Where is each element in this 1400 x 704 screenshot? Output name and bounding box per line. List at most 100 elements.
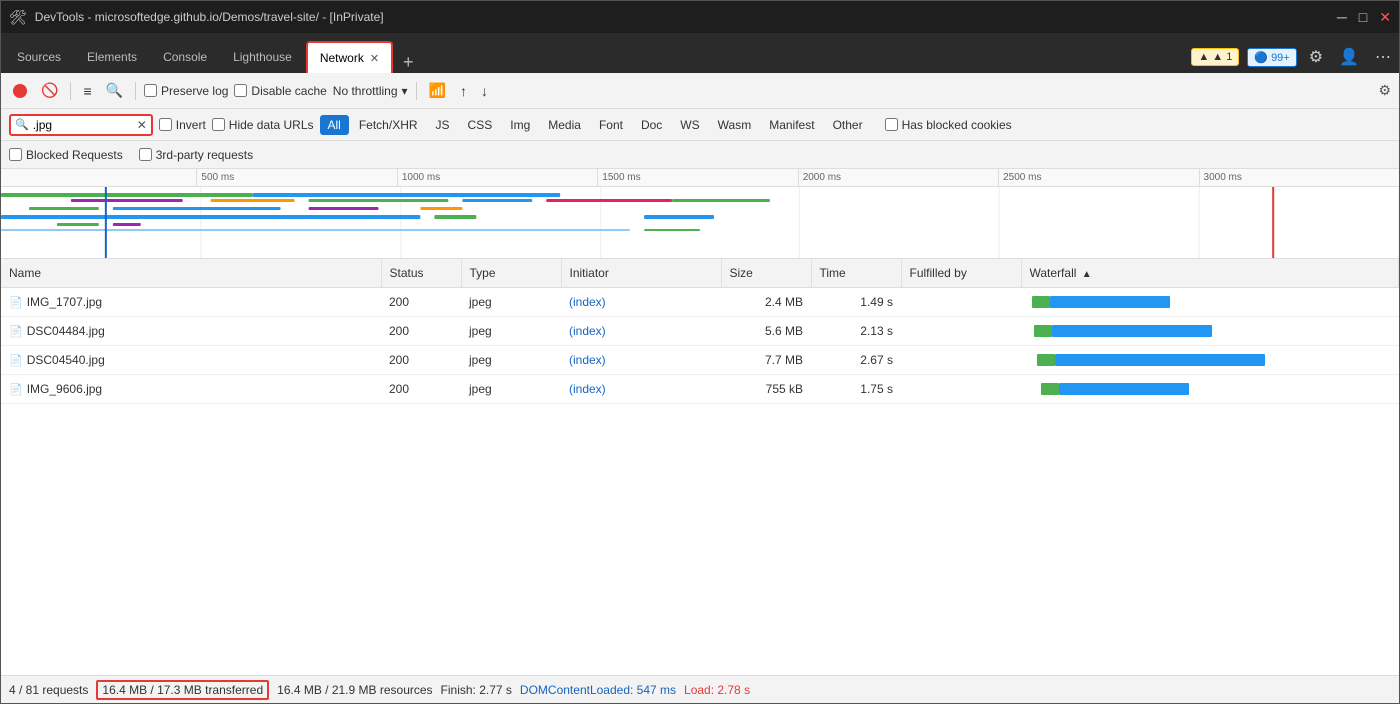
preserve-log-checkbox[interactable] (144, 84, 157, 97)
file-name: DSC04484.jpg (27, 324, 105, 338)
invert-checkbox[interactable] (159, 118, 172, 131)
tab-bar-right: ▲ ▲ 1 🔵 99+ ⚙ 👤 ⋯ (1191, 45, 1395, 73)
wf-green-bar (1041, 383, 1059, 395)
blocked-row: Blocked Requests 3rd-party requests (1, 141, 1399, 169)
search-input[interactable] (33, 118, 133, 132)
fulfilled-cell (901, 316, 1021, 345)
filter-js[interactable]: JS (428, 115, 458, 135)
col-initiator[interactable]: Initiator (561, 259, 721, 287)
waterfall-cell (1021, 287, 1399, 316)
disable-cache-checkbox[interactable] (234, 84, 247, 97)
filter-button[interactable]: ≡ (79, 81, 95, 101)
filter-wasm[interactable]: Wasm (710, 115, 760, 135)
ruler-mark-4: 2000 ms (798, 169, 998, 186)
title-bar: 🛠 DevTools - microsoftedge.github.io/Dem… (1, 1, 1399, 33)
toolbar-sep-2 (135, 82, 136, 100)
type-cell: jpeg (461, 374, 561, 403)
wf-blue-bar (1055, 354, 1265, 366)
tab-sources-label: Sources (17, 50, 61, 64)
timeline[interactable]: 500 ms 1000 ms 1500 ms 2000 ms 2500 ms 3… (1, 169, 1399, 259)
record-button[interactable] (9, 82, 31, 100)
initiator-cell[interactable]: (index) (561, 345, 721, 374)
upload-button[interactable]: ↑ (456, 81, 471, 101)
third-party-checkbox[interactable] (139, 148, 152, 161)
filter-other[interactable]: Other (825, 115, 871, 135)
filter-css[interactable]: CSS (460, 115, 501, 135)
load-time: Load: 2.78 s (684, 683, 750, 697)
disable-cache-label[interactable]: Disable cache (234, 84, 326, 98)
third-party-label[interactable]: 3rd-party requests (139, 148, 253, 162)
blocked-requests-checkbox[interactable] (9, 148, 22, 161)
blocked-requests-label[interactable]: Blocked Requests (9, 148, 123, 162)
col-status[interactable]: Status (381, 259, 461, 287)
tab-network[interactable]: Network ✕ (306, 41, 393, 73)
restore-button[interactable]: □ (1359, 9, 1367, 26)
tab-console-label: Console (163, 50, 207, 64)
size-cell: 2.4 MB (721, 287, 811, 316)
ruler-mark-3: 1500 ms (597, 169, 797, 186)
col-waterfall[interactable]: Waterfall ▲ (1021, 259, 1399, 287)
timeline-ruler: 500 ms 1000 ms 1500 ms 2000 ms 2500 ms 3… (1, 169, 1399, 187)
hide-data-urls-checkbox[interactable] (212, 118, 225, 131)
filter-fetchxhr[interactable]: Fetch/XHR (351, 115, 426, 135)
tab-elements[interactable]: Elements (75, 41, 149, 73)
toolbar-sep-1 (70, 82, 71, 100)
col-size[interactable]: Size (721, 259, 811, 287)
initiator-cell[interactable]: (index) (561, 316, 721, 345)
col-time[interactable]: Time (811, 259, 901, 287)
tab-lighthouse[interactable]: Lighthouse (221, 41, 304, 73)
throttle-arrow: ▾ (402, 84, 408, 98)
search-box: 🔍 ✕ (9, 114, 153, 136)
filter-all[interactable]: All (320, 115, 349, 135)
has-blocked-cookies-checkbox[interactable] (885, 118, 898, 131)
table-container[interactable]: Name Status Type Initiator Size Time Ful… (1, 259, 1399, 675)
devtools-icon: 🛠 (9, 9, 27, 26)
throttle-selector[interactable]: No throttling ▾ (333, 84, 408, 98)
download-button[interactable]: ↓ (477, 81, 492, 101)
clear-button[interactable]: 🚫 (37, 80, 62, 101)
search-clear-button[interactable]: ✕ (137, 118, 147, 132)
tab-sources[interactable]: Sources (5, 41, 73, 73)
filter-ws[interactable]: WS (672, 115, 707, 135)
waterfall-cell (1021, 316, 1399, 345)
info-badge[interactable]: 🔵 99+ (1247, 48, 1296, 67)
filter-doc[interactable]: Doc (633, 115, 670, 135)
settings-button[interactable]: ⚙ (1305, 45, 1327, 69)
add-tab-button[interactable]: + (395, 52, 422, 73)
hide-data-urls-label[interactable]: Hide data URLs (212, 118, 314, 132)
initiator-cell[interactable]: (index) (561, 287, 721, 316)
filter-img[interactable]: Img (502, 115, 538, 135)
has-blocked-cookies-label[interactable]: Has blocked cookies (885, 118, 1012, 132)
status-cell: 200 (381, 345, 461, 374)
tab-network-close[interactable]: ✕ (370, 52, 379, 65)
ruler-mark-2: 1000 ms (397, 169, 597, 186)
filter-manifest[interactable]: Manifest (761, 115, 822, 135)
col-name[interactable]: Name (1, 259, 381, 287)
invert-label[interactable]: Invert (159, 118, 206, 132)
preserve-log-label[interactable]: Preserve log (144, 84, 228, 98)
close-button[interactable]: ✕ (1379, 9, 1391, 26)
col-fulfilled-by[interactable]: Fulfilled by (901, 259, 1021, 287)
filter-font[interactable]: Font (591, 115, 631, 135)
search-button[interactable]: 🔍 (102, 80, 127, 101)
waterfall-cell (1021, 374, 1399, 403)
people-button[interactable]: 👤 (1335, 45, 1363, 69)
tab-console[interactable]: Console (151, 41, 219, 73)
clear-icon: 🚫 (41, 82, 58, 99)
timeline-content (1, 187, 1399, 259)
size-cell: 755 kB (721, 374, 811, 403)
more-button[interactable]: ⋯ (1371, 45, 1395, 69)
filter-media[interactable]: Media (540, 115, 589, 135)
wf-green-bar (1032, 296, 1050, 308)
invert-text: Invert (176, 118, 206, 132)
initiator-cell[interactable]: (index) (561, 374, 721, 403)
wifi-icon: 📶 (429, 82, 446, 99)
filter-icon: ≡ (83, 83, 91, 99)
status-cell: 200 (381, 374, 461, 403)
warning-badge[interactable]: ▲ ▲ 1 (1191, 48, 1239, 66)
warning-icon: ▲ (1198, 51, 1209, 63)
wifi-button[interactable]: 📶 (425, 80, 450, 101)
minimize-button[interactable]: ─ (1337, 9, 1347, 26)
toolbar-gear-icon[interactable]: ⚙ (1378, 82, 1391, 99)
col-type[interactable]: Type (461, 259, 561, 287)
